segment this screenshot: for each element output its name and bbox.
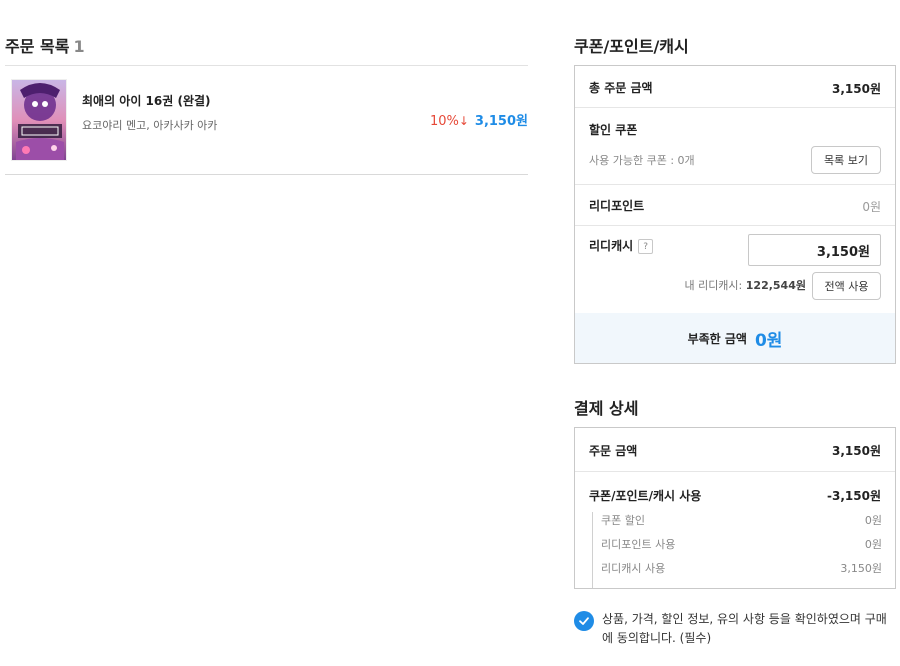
total-amount-row: 총 주문 금액 3,150원 xyxy=(575,66,895,108)
use-all-cash-button[interactable]: 전액 사용 xyxy=(812,272,881,300)
order-amount-row: 주문 금액 3,150원 xyxy=(575,428,895,472)
order-amount-label: 주문 금액 xyxy=(589,444,638,458)
breakdown-value: 3,150원 xyxy=(840,562,882,575)
ridipoint-value: 0원 xyxy=(862,200,881,214)
breakdown-ridipoint: 리디포인트 사용 0원 xyxy=(601,536,882,560)
ridipoint-label: 리디포인트 xyxy=(589,199,645,213)
my-cash-label: 내 리디캐시: xyxy=(684,279,743,292)
ridicash-label: 리디캐시 xyxy=(589,239,634,253)
coupon-list-button[interactable]: 목록 보기 xyxy=(811,146,881,174)
shortage-value: 0원 xyxy=(754,330,783,351)
my-cash-value: 122,544원 xyxy=(745,279,806,292)
agreement-text[interactable]: 상품, 가격, 할인 정보, 유의 사항 등을 확인하였으며 구매에 동의합니다… xyxy=(602,610,892,648)
usage-row: 쿠폰/포인트/캐시 사용 -3,150원 쿠폰 할인 0원 리디포인트 사용 0… xyxy=(575,472,895,588)
price-box: 10%↓ 3,150원 xyxy=(430,110,528,129)
payment-panel: 주문 금액 3,150원 쿠폰/포인트/캐시 사용 -3,150원 쿠폰 할인 … xyxy=(574,427,896,589)
shortage-row: 부족한 금액 0원 xyxy=(575,313,895,363)
available-coupons: 사용 가능한 쿠폰 : 0개 xyxy=(589,154,695,167)
ridipoint-row: 리디포인트 0원 xyxy=(575,185,895,226)
breakdown-label: 리디포인트 사용 xyxy=(601,538,676,551)
ridicash-input[interactable] xyxy=(748,234,881,266)
usage-breakdown: 쿠폰 할인 0원 리디포인트 사용 0원 리디캐시 사용 3,150원 xyxy=(592,512,882,588)
down-arrow-icon: ↓ xyxy=(458,114,469,128)
payment-section-title: 결제 상세 xyxy=(574,399,639,418)
coupon-row: 할인 쿠폰 사용 가능한 쿠폰 : 0개 목록 보기 xyxy=(575,108,895,185)
order-count: 1 xyxy=(73,37,85,56)
coupon-panel: 총 주문 금액 3,150원 할인 쿠폰 사용 가능한 쿠폰 : 0개 목록 보… xyxy=(574,65,896,364)
total-amount-label: 총 주문 금액 xyxy=(589,81,653,95)
coupon-section-title: 쿠폰/포인트/캐시 xyxy=(574,37,689,56)
final-price: 3,150원 xyxy=(474,114,528,129)
usage-value: -3,150원 xyxy=(827,489,881,503)
breakdown-coupon: 쿠폰 할인 0원 xyxy=(601,512,882,536)
breakdown-label: 리디캐시 사용 xyxy=(601,562,666,575)
my-cash-balance: 내 리디캐시: 122,544원 xyxy=(684,277,806,293)
agreement-checkbox[interactable] xyxy=(574,611,594,631)
help-icon[interactable]: ? xyxy=(638,239,654,254)
order-item: 최애의 아이 16권 (완결) 요코야리 멘고, 아카사카 아카 10%↓ 3,1… xyxy=(5,66,528,175)
check-icon xyxy=(579,617,589,625)
discount-rate: 10% xyxy=(429,114,459,129)
breakdown-ridicash: 리디캐시 사용 3,150원 xyxy=(601,560,882,584)
breakdown-value: 0원 xyxy=(864,538,882,551)
total-amount-value: 3,150원 xyxy=(832,82,881,96)
book-author[interactable]: 요코야리 멘고, 아카사카 아카 xyxy=(82,117,217,133)
book-cover-image[interactable] xyxy=(11,79,67,161)
coupon-label: 할인 쿠폰 xyxy=(589,123,638,137)
order-list-title: 주문 목록 1 xyxy=(5,33,85,57)
breakdown-value: 0원 xyxy=(864,514,882,527)
order-amount-value: 3,150원 xyxy=(832,444,881,458)
ridicash-row: 리디캐시? 내 리디캐시: 122,544원 전액 사용 xyxy=(575,226,895,313)
shortage-label: 부족한 금액 xyxy=(687,331,747,346)
order-list-title-text: 주문 목록 xyxy=(5,37,70,56)
breakdown-label: 쿠폰 할인 xyxy=(601,514,645,527)
ridicash-label-wrap: 리디캐시? xyxy=(589,237,654,254)
usage-label: 쿠폰/포인트/캐시 사용 xyxy=(589,489,702,503)
book-title[interactable]: 최애의 아이 16권 (완결) xyxy=(82,92,211,109)
